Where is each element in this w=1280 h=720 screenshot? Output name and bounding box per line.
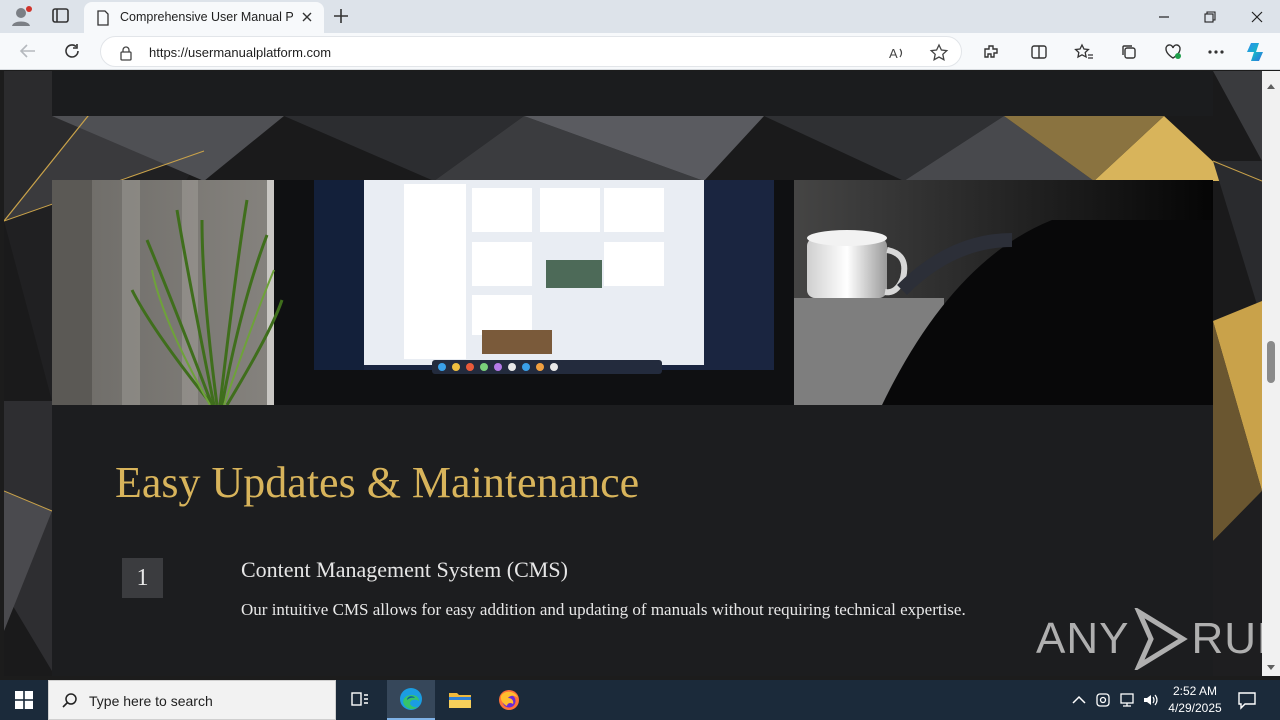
volume-icon[interactable] <box>1141 690 1161 710</box>
svg-text:A: A <box>889 46 898 61</box>
file-explorer-icon[interactable] <box>436 680 484 720</box>
feature-title: Content Management System (CMS) <box>241 557 568 582</box>
scroll-up-arrow-icon[interactable] <box>1266 77 1276 95</box>
new-tab-icon[interactable] <box>332 6 350 26</box>
refresh-icon[interactable] <box>58 39 86 63</box>
meet-now-icon[interactable] <box>1093 690 1113 710</box>
taskbar-search-box[interactable]: Type here to search <box>48 680 336 720</box>
page-document-icon <box>96 10 110 31</box>
task-view-icon[interactable] <box>336 680 384 720</box>
url-host: usermanualplatform.com <box>188 45 332 60</box>
edge-icon[interactable] <box>387 680 435 720</box>
clock-time: 2:52 AM <box>1172 684 1218 698</box>
play-triangle-icon <box>1134 608 1189 670</box>
lock-icon[interactable] <box>119 45 133 66</box>
notification-dot-icon <box>26 6 32 12</box>
minimize-icon[interactable] <box>1141 0 1187 33</box>
extensions-icon[interactable] <box>979 40 1003 64</box>
feature-number-badge: 1 <box>122 558 163 598</box>
vertical-scrollbar[interactable] <box>1262 71 1280 676</box>
favorites-list-icon[interactable] <box>1072 40 1096 64</box>
search-icon <box>61 692 79 715</box>
active-tab[interactable]: Comprehensive User Manual Platform <box>84 2 324 33</box>
windows-start-icon[interactable] <box>0 680 48 720</box>
url-scheme: https:// <box>149 45 189 60</box>
hero-image <box>52 180 1213 405</box>
system-clock[interactable]: 2:52 AM 4/29/2025 <box>1162 683 1228 717</box>
firefox-icon[interactable] <box>485 680 533 720</box>
collections-icon[interactable] <box>1117 40 1141 64</box>
scroll-down-arrow-icon[interactable] <box>1266 659 1276 677</box>
watermark-left-text: ANY <box>1036 614 1130 663</box>
settings-more-icon[interactable] <box>1204 40 1228 64</box>
search-placeholder: Type here to search <box>89 693 213 709</box>
content-card: Easy Updates & Maintenance 1 Content Man… <box>52 180 1213 676</box>
browser-essentials-icon[interactable] <box>1161 40 1185 64</box>
anyrun-watermark: ANY RUN <box>1036 606 1262 672</box>
profile-avatar-icon[interactable] <box>8 4 34 28</box>
browser-tab-bar: Comprehensive User Manual Platform <box>0 0 1280 33</box>
watermark-right-text: RUN <box>1191 614 1262 663</box>
clock-date: 4/29/2025 <box>1168 701 1222 715</box>
tab-title: Comprehensive User Manual Platform <box>120 10 294 24</box>
header-band <box>52 71 1213 116</box>
address-bar[interactable]: https://usermanualplatform.com A <box>100 36 962 67</box>
section-heading: Easy Updates & Maintenance <box>115 458 640 507</box>
read-aloud-icon[interactable]: A <box>887 43 907 63</box>
close-window-icon[interactable] <box>1234 0 1280 33</box>
copilot-icon[interactable] <box>1245 40 1269 64</box>
url-text: https://usermanualplatform.com <box>149 45 331 60</box>
scrollbar-thumb[interactable] <box>1267 341 1275 383</box>
feature-description: Our intuitive CMS allows for easy additi… <box>241 600 966 619</box>
tab-actions-icon[interactable] <box>50 6 72 26</box>
restore-icon[interactable] <box>1187 0 1233 33</box>
back-arrow-icon[interactable] <box>14 39 42 63</box>
browser-toolbar: https://usermanualplatform.com A <box>0 33 1280 70</box>
notification-center-icon[interactable] <box>1236 690 1258 710</box>
network-icon[interactable] <box>1117 690 1137 710</box>
close-tab-icon[interactable] <box>300 10 314 24</box>
split-screen-icon[interactable] <box>1027 40 1051 64</box>
hero-illustration <box>52 180 1213 405</box>
favorite-star-icon[interactable] <box>929 43 949 63</box>
show-hidden-icons-icon[interactable] <box>1069 690 1089 710</box>
windows-taskbar: Type here to search 2:52 AM 4/29/2025 <box>0 680 1280 720</box>
page-viewport: Easy Updates & Maintenance 1 Content Man… <box>4 71 1262 676</box>
